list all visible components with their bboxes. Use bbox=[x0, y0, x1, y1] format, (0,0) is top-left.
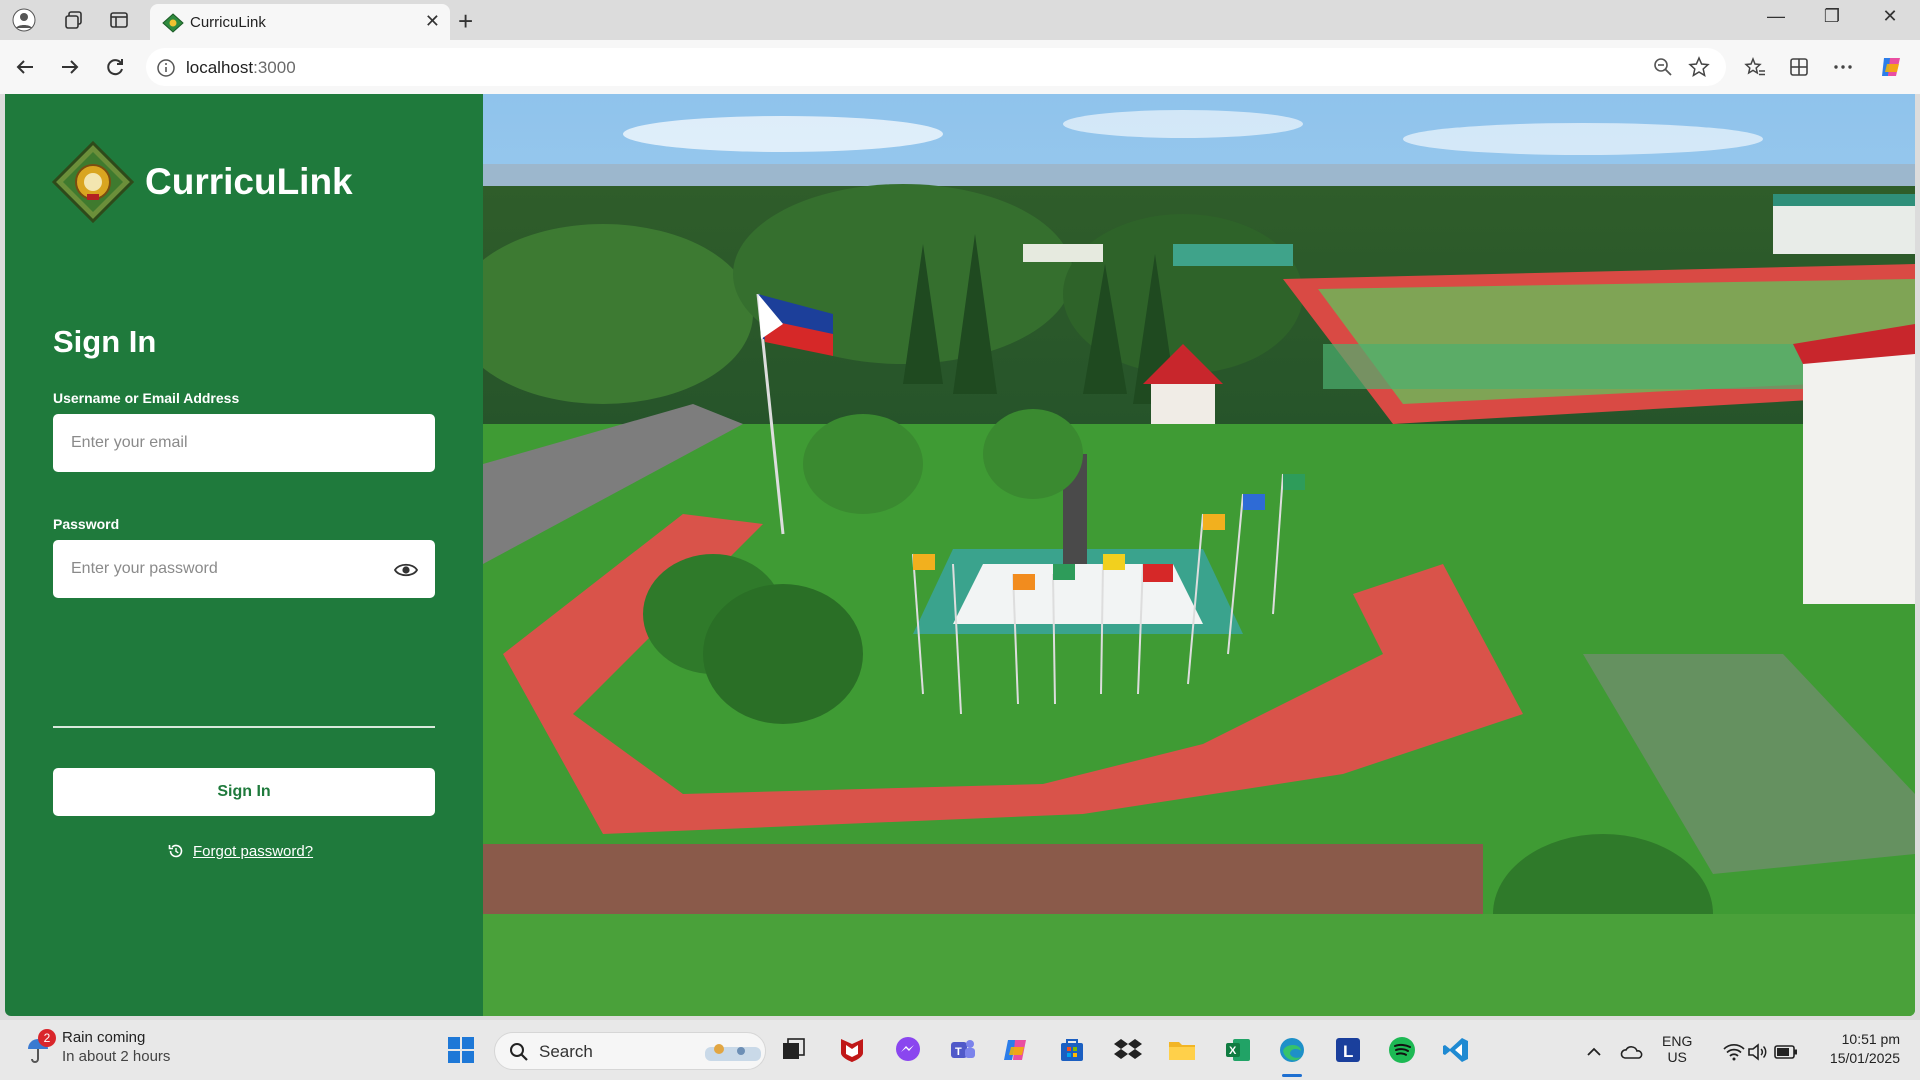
forgot-password-link[interactable]: Forgot password? bbox=[167, 842, 313, 860]
profile-icon[interactable] bbox=[10, 8, 38, 32]
password-label: Password bbox=[53, 516, 120, 532]
svg-text:L: L bbox=[1343, 1042, 1353, 1061]
favorite-star-icon[interactable] bbox=[1686, 54, 1712, 80]
spotify-icon[interactable] bbox=[1384, 1032, 1420, 1068]
search-icon bbox=[510, 1043, 528, 1061]
svg-text:T: T bbox=[955, 1046, 962, 1058]
url-port: :3000 bbox=[253, 58, 296, 77]
active-app-indicator bbox=[1282, 1074, 1302, 1077]
forward-icon[interactable] bbox=[55, 52, 85, 82]
weather-widget[interactable]: 2 Rain coming In about 2 hours bbox=[24, 1029, 170, 1065]
form-divider bbox=[53, 726, 435, 728]
page-viewport: CurricuLink Sign In Username or Email Ad… bbox=[5, 94, 1915, 1016]
copilot-taskbar-icon[interactable] bbox=[998, 1032, 1034, 1068]
tab-actions-icon[interactable] bbox=[105, 8, 133, 32]
brand-name: CurricuLink bbox=[145, 161, 353, 202]
address-bar[interactable]: localhost:3000 bbox=[146, 48, 1726, 86]
restore-icon[interactable]: ❐ bbox=[1812, 6, 1852, 27]
start-windows-icon[interactable] bbox=[443, 1032, 479, 1068]
excel-icon[interactable]: X bbox=[1220, 1032, 1256, 1068]
minimize-icon[interactable]: — bbox=[1756, 6, 1796, 27]
tab-curriculink[interactable]: CurricuLink ✕ bbox=[150, 4, 450, 40]
microsoft-store-icon[interactable] bbox=[1054, 1032, 1090, 1068]
weather-badge: 2 bbox=[38, 1029, 56, 1047]
url-host: localhost bbox=[186, 58, 254, 77]
username-label: Username or Email Address bbox=[53, 390, 240, 406]
onedrive-sync-icon[interactable] bbox=[1614, 1034, 1650, 1070]
task-view-icon[interactable] bbox=[776, 1032, 812, 1068]
favorites-icon[interactable] bbox=[1742, 54, 1768, 80]
rain-weather-icon: 2 bbox=[24, 1029, 56, 1065]
messenger-icon[interactable] bbox=[890, 1032, 926, 1068]
sign-in-button[interactable]: Sign In bbox=[53, 768, 435, 816]
language-code: ENG bbox=[1662, 1033, 1693, 1049]
page-title: Sign In bbox=[53, 324, 157, 359]
clock-time: 10:51 pm bbox=[1841, 1031, 1900, 1047]
username-input[interactable] bbox=[53, 414, 435, 472]
search-highlight-icon bbox=[705, 1044, 761, 1061]
password-input[interactable] bbox=[53, 540, 435, 598]
close-window-icon[interactable]: ✕ bbox=[1870, 6, 1910, 27]
file-explorer-icon[interactable] bbox=[1164, 1032, 1200, 1068]
taskbar-search[interactable]: Search bbox=[494, 1032, 766, 1070]
curriculink-logo-icon bbox=[51, 140, 135, 224]
copilot-icon[interactable] bbox=[1878, 54, 1904, 80]
weather-subtitle: In about 2 hours bbox=[62, 1048, 171, 1065]
search-label: Search bbox=[539, 1042, 593, 1061]
more-menu-icon[interactable] bbox=[1830, 54, 1856, 80]
zoom-icon[interactable] bbox=[1650, 54, 1676, 80]
windows-taskbar: 2 Rain coming In about 2 hours Search T … bbox=[0, 1020, 1920, 1080]
refresh-icon[interactable] bbox=[100, 52, 130, 82]
browser-toolbar: localhost:3000 bbox=[0, 40, 1920, 94]
clock-date: 15/01/2025 bbox=[1829, 1050, 1900, 1066]
clock[interactable]: 10:51 pm 15/01/2025 bbox=[1810, 1031, 1900, 1066]
language-indicator[interactable]: ENG US bbox=[1662, 1033, 1692, 1065]
mcafee-icon[interactable] bbox=[834, 1032, 870, 1068]
battery-icon[interactable] bbox=[1768, 1034, 1804, 1070]
curriculink-favicon-icon bbox=[162, 13, 184, 33]
tab-close-icon[interactable]: ✕ bbox=[425, 11, 440, 32]
back-icon[interactable] bbox=[10, 52, 40, 82]
sign-in-panel: CurricuLink Sign In Username or Email Ad… bbox=[5, 94, 483, 1016]
brand: CurricuLink bbox=[51, 140, 353, 224]
l-app-icon[interactable]: L bbox=[1330, 1032, 1366, 1068]
teams-icon[interactable]: T bbox=[944, 1032, 980, 1068]
history-reset-icon bbox=[168, 844, 183, 858]
new-tab-icon[interactable]: + bbox=[458, 6, 473, 37]
url-text: localhost:3000 bbox=[186, 58, 296, 78]
tab-title: CurricuLink bbox=[190, 14, 266, 31]
show-hidden-icons-chevron-icon[interactable] bbox=[1576, 1034, 1612, 1070]
edge-browser-icon[interactable] bbox=[1274, 1032, 1310, 1068]
site-info-icon[interactable] bbox=[156, 58, 176, 78]
campus-aerial-photo bbox=[483, 94, 1915, 1016]
browser-tab-bar: CurricuLink ✕ + — ❐ ✕ bbox=[0, 0, 1920, 40]
weather-title: Rain coming bbox=[62, 1029, 146, 1046]
dropbox-icon[interactable] bbox=[1110, 1032, 1146, 1068]
show-password-eye-icon[interactable] bbox=[393, 560, 419, 580]
vscode-icon[interactable] bbox=[1438, 1032, 1474, 1068]
workspaces-icon[interactable] bbox=[60, 8, 88, 32]
region-code: US bbox=[1667, 1049, 1687, 1065]
svg-text:X: X bbox=[1229, 1045, 1237, 1057]
collections-icon[interactable] bbox=[1786, 54, 1812, 80]
forgot-password-label: Forgot password? bbox=[193, 842, 314, 860]
